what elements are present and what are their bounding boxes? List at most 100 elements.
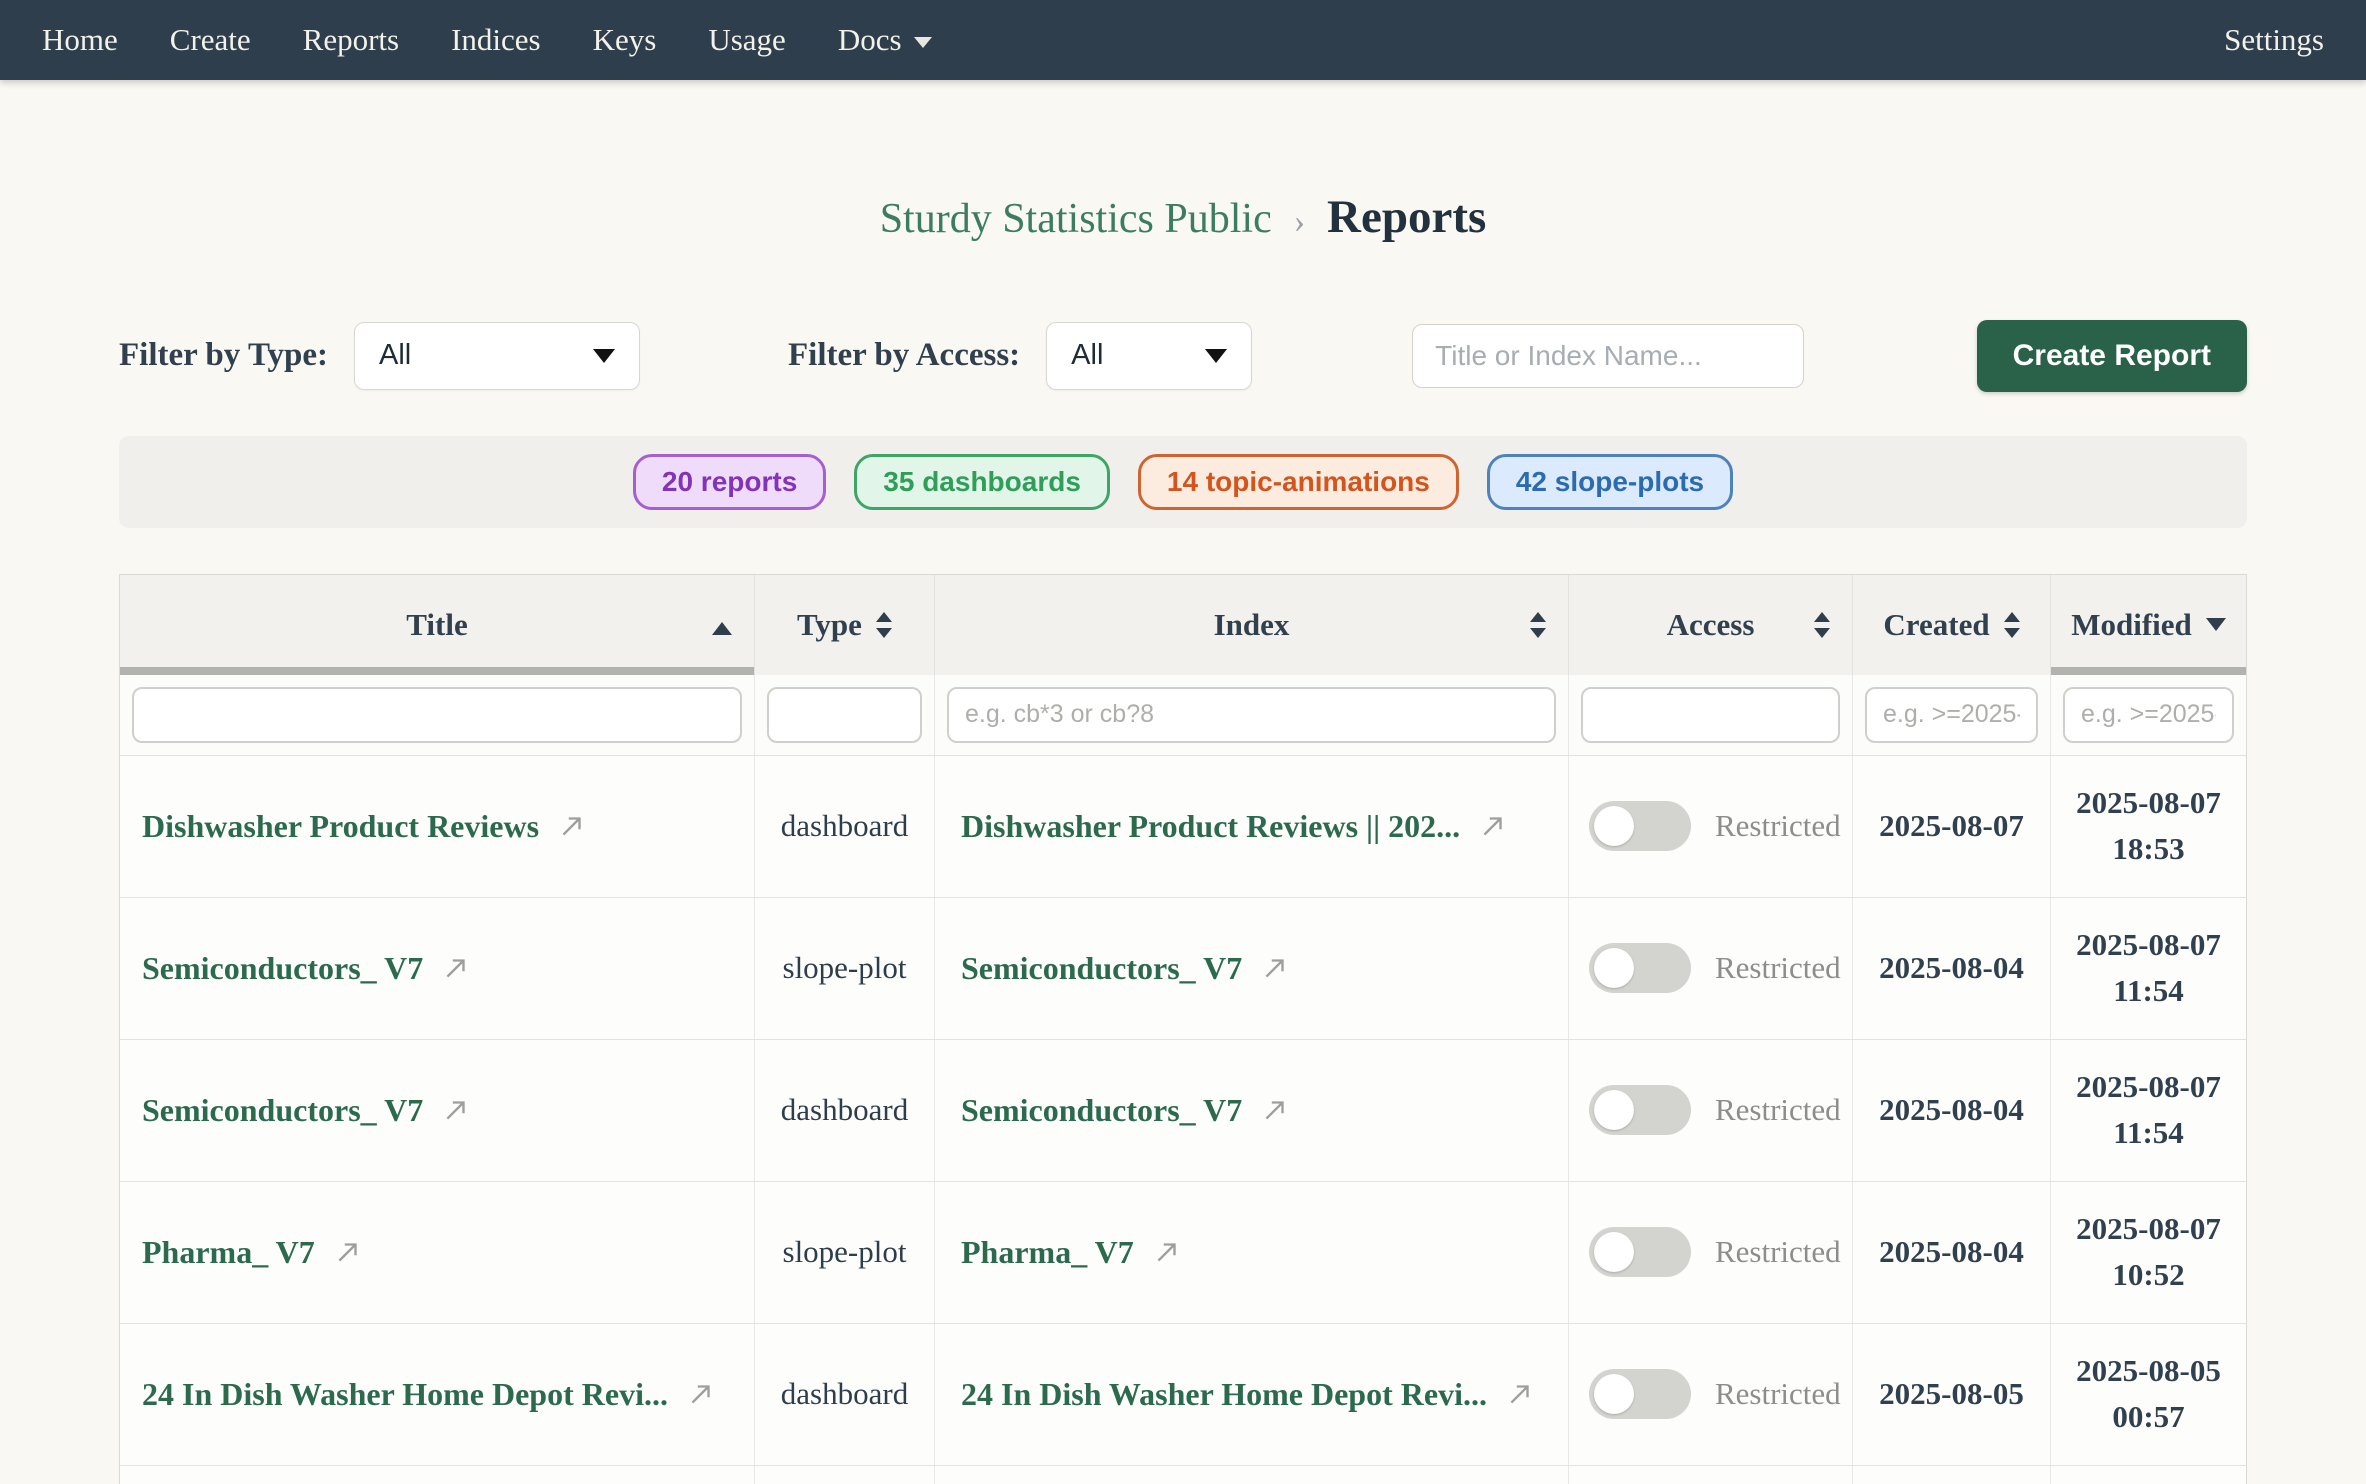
filter-by-type-label: Filter by Type: [119,337,328,374]
sort-both-icon [876,612,892,638]
nav-item-home[interactable]: Home [42,22,118,58]
access-filter-select[interactable]: All [1046,322,1252,390]
table-row: Semiconductors_ V7 dashboard Semiconduct… [120,1040,2246,1182]
type-cell: slope-plot [755,1182,935,1323]
sort-both-icon [1530,612,1546,638]
index-cell: Semiconductors_ V7 [935,1040,1569,1181]
report-title-link[interactable]: Pharma_ V7 [142,1234,363,1271]
table-row: Semiconductors_ V7 slope-plot Semiconduc… [120,898,2246,1040]
index-link[interactable]: Dishwasher Product Reviews || 202... [961,808,1508,845]
index-link-text: Dishwasher Product Reviews || 202... [961,808,1460,845]
modified-cell: 2025-08-07 10:52 [2051,1182,2246,1323]
access-column-filter-input[interactable] [1581,687,1840,743]
summary-badge-strip: 20 reports 35 dashboards 14 topic-animat… [119,436,2247,528]
index-link[interactable]: Pharma_ V7 [961,1234,1182,1271]
type-cell: dashboard [755,756,935,897]
breadcrumb-separator: › [1294,203,1305,240]
modified-date: 2025-08-05 [2076,1348,2221,1395]
access-toggle[interactable] [1589,801,1691,851]
access-toggle[interactable] [1589,1369,1691,1419]
index-cell: Dishwasher Product Reviews || 202... [935,756,1569,897]
external-link-icon [1505,1379,1535,1409]
type-filter-value: All [379,339,411,372]
table-filter-row [120,675,2246,756]
access-status-label: Restricted [1715,1376,1841,1412]
access-cell: Restricted [1569,898,1853,1039]
column-label: Modified [2071,607,2192,643]
report-title-text: Semiconductors_ V7 [142,1092,423,1129]
index-link-text: Semiconductors_ V7 [961,950,1242,987]
external-link-icon [333,1237,363,1267]
access-status-label: Restricted [1715,1092,1841,1128]
nav-item-keys[interactable]: Keys [593,22,657,58]
created-cell: 2025-08-04 [1853,1182,2051,1323]
modified-cell: 2025-08-05 00:57 [2051,1324,2246,1465]
chevron-down-icon [593,349,615,363]
index-link-text: Semiconductors_ V7 [961,1092,1242,1129]
table-row: Dishwasher Product Reviews dashboard Dis… [120,756,2246,898]
external-link-icon [1152,1237,1182,1267]
index-link[interactable]: 24 In Dish Washer Home Depot Revi... [961,1376,1535,1413]
nav-item-usage[interactable]: Usage [708,22,785,58]
report-title-link[interactable]: Semiconductors_ V7 [142,1092,471,1129]
modified-time: 11:54 [2113,968,2184,1015]
sort-desc-icon [2206,618,2226,631]
column-header-index[interactable]: Index [935,575,1569,675]
modified-column-filter-input[interactable] [2063,687,2234,743]
title-cell: Semiconductors_ V7 [120,898,755,1039]
index-link[interactable]: Semiconductors_ V7 [961,950,1290,987]
slope-plots-count-badge[interactable]: 42 slope-plots [1487,454,1733,510]
report-title-link[interactable]: 24 In Dish Washer Home Depot Revi... [142,1376,716,1413]
nav-links: Home Create Reports Indices Keys Usage D… [42,22,932,58]
create-report-button[interactable]: Create Report [1977,320,2247,392]
column-header-modified[interactable]: Modified [2051,575,2246,675]
external-link-icon [1478,811,1508,841]
nav-item-indices[interactable]: Indices [451,22,541,58]
modified-time: 18:53 [2112,826,2184,873]
column-header-type[interactable]: Type [755,575,935,675]
access-toggle[interactable] [1589,1085,1691,1135]
reports-count-badge[interactable]: 20 reports [633,454,826,510]
title-cell: Dishwasher Product Reviews [120,756,755,897]
access-toggle[interactable] [1589,943,1691,993]
modified-cell: 2025-08-07 11:54 [2051,1040,2246,1181]
nav-item-reports[interactable]: Reports [303,22,399,58]
access-cell: Restricted [1569,1040,1853,1181]
index-cell: 24 In Dish Washer Home Depot Revi... [935,1324,1569,1465]
table-row: Pharma_ V7 slope-plot Pharma_ V7 Restric… [120,1182,2246,1324]
index-cell: Semiconductors_ V7 [935,898,1569,1039]
type-filter-select[interactable]: All [354,322,640,390]
index-link-text: Pharma_ V7 [961,1234,1134,1271]
filter-by-access-label: Filter by Access: [788,337,1020,374]
column-header-access[interactable]: Access [1569,575,1853,675]
report-title-link[interactable]: Semiconductors_ V7 [142,950,471,987]
report-title-link[interactable]: Dishwasher Product Reviews [142,808,587,845]
report-title-text: Dishwasher Product Reviews [142,808,539,845]
breadcrumb-parent-link[interactable]: Sturdy Statistics Public [880,196,1272,242]
nav-item-docs[interactable]: Docs [838,22,932,58]
top-navbar: Home Create Reports Indices Keys Usage D… [0,0,2366,80]
dashboards-count-badge[interactable]: 35 dashboards [854,454,1110,510]
index-cell: Pharma_ V7 [935,1182,1569,1323]
toggle-knob [1594,1090,1634,1130]
index-link[interactable]: Semiconductors_ V7 [961,1092,1290,1129]
modified-date: 2025-08-07 [2076,1064,2221,1111]
search-input[interactable] [1412,324,1804,388]
nav-item-docs-label: Docs [838,22,902,58]
column-header-title[interactable]: Title [120,575,755,675]
access-cell: Restricted [1569,1182,1853,1323]
chevron-down-icon [914,37,932,48]
created-cell: 2025-08-05 [1853,1324,2051,1465]
created-column-filter-input[interactable] [1865,687,2038,743]
type-column-filter-input[interactable] [767,687,922,743]
created-cell: 2025-08-04 [1853,898,2051,1039]
index-column-filter-input[interactable] [947,687,1556,743]
title-column-filter-input[interactable] [132,687,742,743]
nav-item-create[interactable]: Create [170,22,251,58]
column-label: Index [1214,607,1290,643]
topic-animations-count-badge[interactable]: 14 topic-animations [1138,454,1459,510]
column-header-created[interactable]: Created [1853,575,2051,675]
external-link-icon [441,1095,471,1125]
access-toggle[interactable] [1589,1227,1691,1277]
nav-item-settings[interactable]: Settings [2224,22,2324,58]
